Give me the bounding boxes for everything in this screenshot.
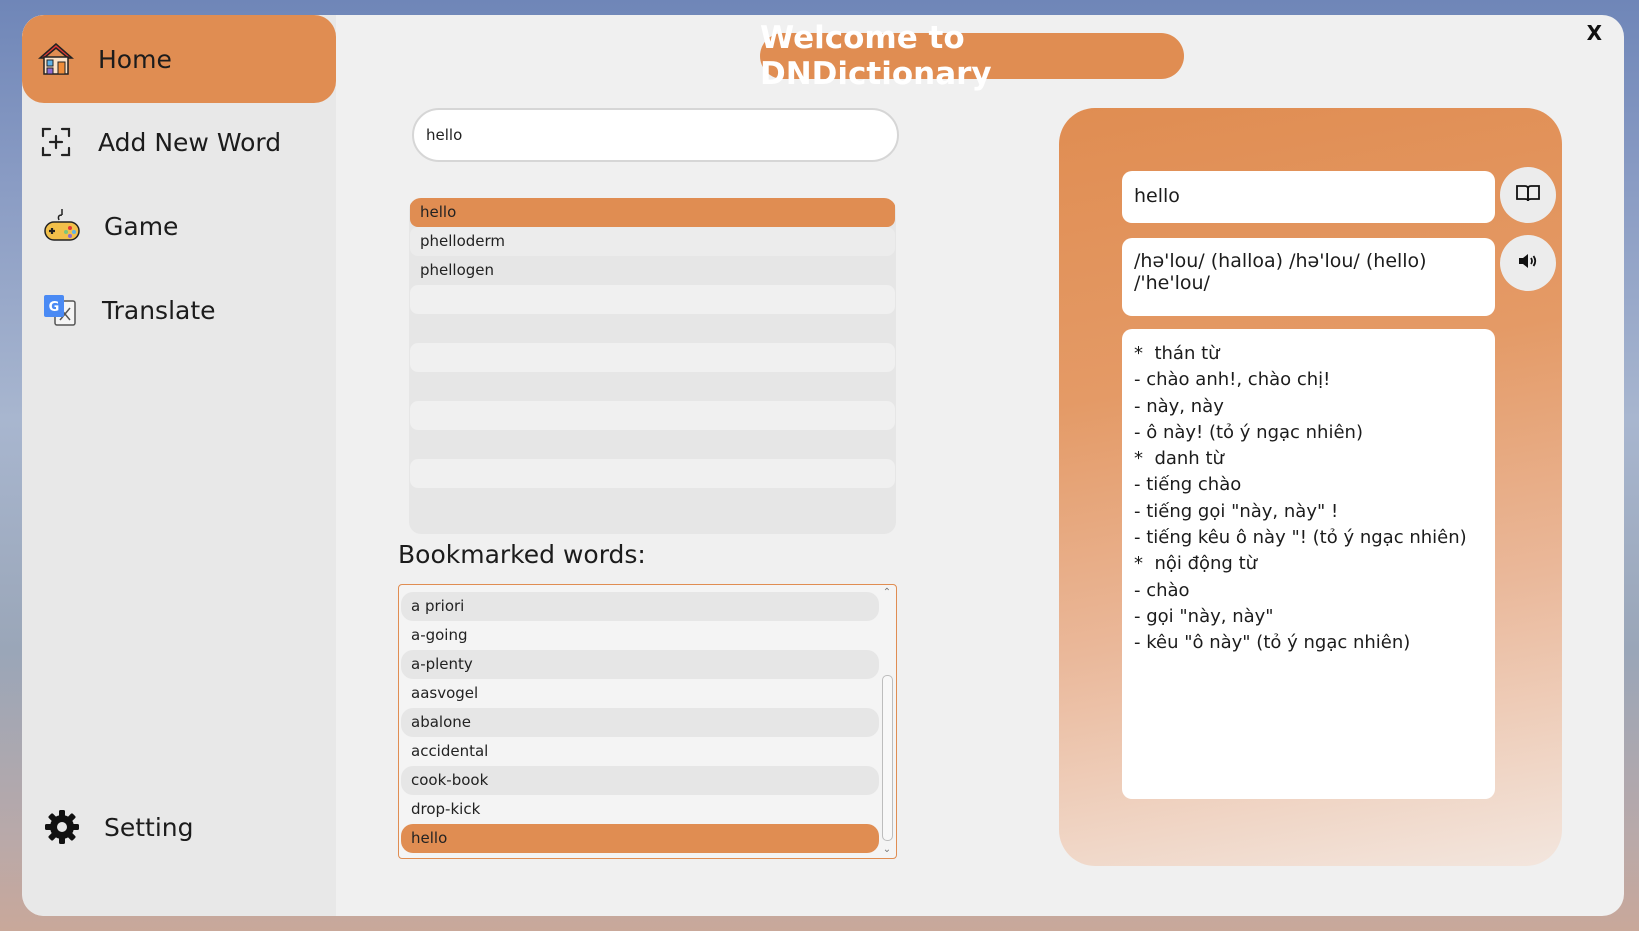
- nav-translate[interactable]: G Translate: [22, 266, 336, 354]
- definition-line: - gọi "này, này": [1134, 605, 1274, 627]
- bookmark-item[interactable]: accidental: [401, 737, 879, 766]
- nav-home-label: Home: [98, 44, 172, 74]
- nav-game[interactable]: Game: [22, 182, 336, 270]
- bookmark-scrollbar[interactable]: ⌃ ⌄: [880, 587, 894, 856]
- open-book-icon: [1515, 183, 1541, 207]
- bookmark-item[interactable]: a priori: [401, 592, 879, 621]
- bookmarks-heading: Bookmarked words:: [398, 540, 646, 569]
- gear-icon: [42, 807, 82, 847]
- nav-add-new-word-label: Add New Word: [98, 127, 282, 157]
- add-square-icon: [36, 122, 76, 162]
- nav-add-new-word[interactable]: Add New Word: [22, 98, 336, 186]
- definition-line: - tiếng chào: [1134, 474, 1242, 496]
- definition-line: - tiếng kêu ô này "! (tỏ ý ngạc nhiên): [1134, 527, 1467, 549]
- suggestion-empty-row: [410, 488, 895, 517]
- app-title: Welcome to DNDictionary: [760, 20, 1184, 92]
- bookmark-item[interactable]: abalone: [401, 708, 879, 737]
- close-button[interactable]: X: [1587, 21, 1602, 45]
- suggestion-list: hello phelloderm phellogen: [409, 198, 896, 534]
- pronunciation-field: /hə'lou/ (halloa) /hə'lou/ (hello) /'he'…: [1122, 238, 1495, 316]
- nav-translate-label: Translate: [102, 295, 216, 325]
- definition-line: - ô này! (tỏ ý ngạc nhiên): [1134, 421, 1363, 443]
- sidebar: Home Add New Word Game G Translate Setti…: [22, 15, 336, 916]
- bookmark-item[interactable]: a-plenty: [401, 650, 879, 679]
- suggestion-empty-row: [410, 372, 895, 401]
- app-window: Home Add New Word Game G Translate Setti…: [22, 15, 1624, 916]
- suggestion-empty-row: [410, 459, 895, 488]
- bookmark-list: a priori a-going a-plenty aasvogel abalo…: [398, 584, 897, 859]
- suggestion-empty-row: [410, 401, 895, 430]
- definition-line: - tiếng gọi "này, này" !: [1134, 500, 1339, 522]
- suggestion-empty-row: [410, 430, 895, 459]
- bookmark-button[interactable]: [1500, 167, 1556, 223]
- scroll-thumb[interactable]: [882, 675, 893, 841]
- definition-field: * thán từ - chào anh!, chào chị! - này, …: [1122, 329, 1495, 799]
- definition-line: * danh từ: [1134, 448, 1224, 470]
- nav-setting[interactable]: Setting: [22, 783, 336, 871]
- nav-home[interactable]: Home: [22, 15, 336, 103]
- definition-line: - chào anh!, chào chị!: [1134, 369, 1331, 391]
- definition-line: - chào: [1134, 579, 1190, 601]
- search-input[interactable]: [412, 108, 899, 162]
- bookmark-item[interactable]: hello: [401, 824, 879, 853]
- bookmark-item[interactable]: aasvogel: [401, 679, 879, 708]
- chevron-up-icon[interactable]: ⌃: [880, 587, 894, 599]
- definition-line: - kêu "ô này" (tỏ ý ngạc nhiên): [1134, 632, 1411, 654]
- nav-setting-label: Setting: [104, 812, 194, 842]
- word-detail-panel: hello /hə'lou/ (halloa) /hə'lou/ (hello)…: [1059, 108, 1562, 866]
- google-translate-icon: G: [40, 290, 80, 330]
- definition-line: * thán từ: [1134, 343, 1220, 364]
- definition-line: * nội động từ: [1134, 553, 1258, 575]
- nav-game-label: Game: [104, 211, 179, 241]
- bookmark-item[interactable]: cook-book: [401, 766, 879, 795]
- definition-line: - này, này: [1134, 395, 1224, 417]
- speak-button[interactable]: [1500, 235, 1556, 291]
- suggestion-empty-row: [410, 343, 895, 372]
- suggestion-item[interactable]: phelloderm: [410, 227, 895, 256]
- chevron-down-icon[interactable]: ⌄: [880, 844, 894, 856]
- suggestion-item[interactable]: hello: [410, 198, 895, 227]
- suggestion-empty-row: [410, 285, 895, 314]
- suggestion-empty-row: [410, 314, 895, 343]
- word-field[interactable]: hello: [1122, 171, 1495, 223]
- bookmark-item[interactable]: drop-kick: [401, 795, 879, 824]
- gamepad-icon: [42, 206, 82, 246]
- suggestion-item[interactable]: phellogen: [410, 256, 895, 285]
- house-icon: [36, 39, 76, 79]
- bookmark-item[interactable]: a-going: [401, 621, 879, 650]
- svg-text:G: G: [49, 300, 60, 315]
- speaker-icon: [1517, 252, 1539, 274]
